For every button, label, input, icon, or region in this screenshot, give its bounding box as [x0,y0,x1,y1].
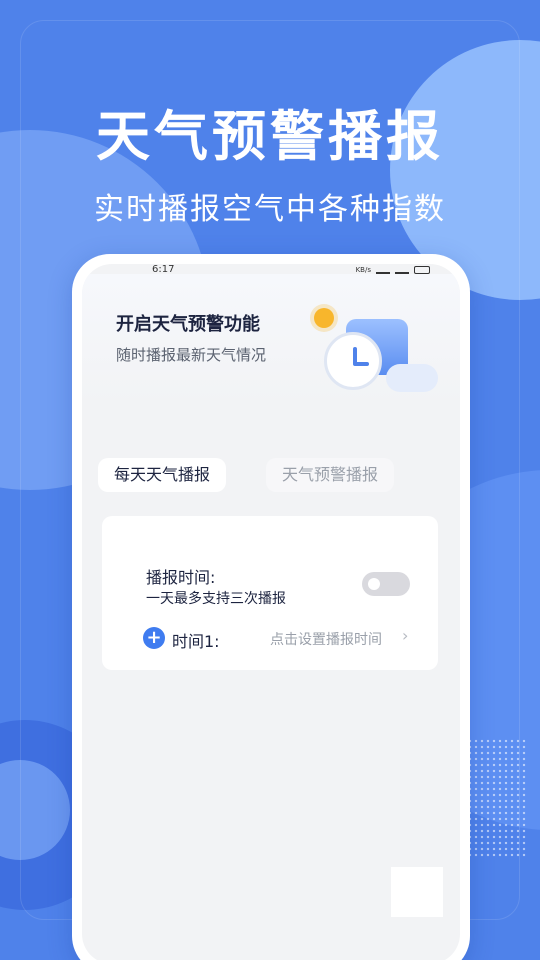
broadcast-toggle[interactable] [362,572,410,596]
broadcast-settings-card: 播报时间: 一天最多支持三次播报 + 时间1: 点击设置播报时间 › [102,516,438,670]
status-icons: KB/s [356,266,430,274]
tab-daily-broadcast[interactable]: 每天天气播报 [98,458,227,492]
hero-title: 天气预警播报 [96,105,444,168]
floating-square [391,867,443,917]
clock-hand-minute [353,362,369,366]
signal-icon-2 [395,267,409,274]
add-icon[interactable]: + [143,627,165,649]
phone-screen: 6:17 KB/s 开启天气预警功能 随时播报最新天气情况 每天天气播报 天气预… [82,264,460,960]
banner-title: 开启天气预警功能 [116,314,260,335]
signal-icon [376,267,390,274]
phone-mockup: 6:17 KB/s 开启天气预警功能 随时播报最新天气情况 每天天气播报 天气预… [72,254,470,960]
chevron-right-icon[interactable]: › [402,626,408,645]
cloud-icon [386,364,438,392]
tab-warning-broadcast[interactable]: 天气预警播报 [266,458,395,492]
set-time-link[interactable]: 点击设置播报时间 [270,629,382,649]
toggle-knob [368,578,380,590]
warning-banner: 开启天气预警功能 随时播报最新天气情况 [82,274,460,404]
broadcast-time-description: 一天最多支持三次播报 [146,591,286,607]
net-speed-label: KB/s [355,266,371,274]
clock-icon [324,332,382,390]
time-slot-label: 时间1: [172,632,220,651]
battery-icon [414,266,430,274]
hero-subtitle: 实时播报空气中各种指数 [94,192,446,227]
broadcast-time-label: 播报时间: [146,568,216,587]
sun-icon [314,308,334,328]
banner-subtitle: 随时播报最新天气情况 [116,346,267,364]
